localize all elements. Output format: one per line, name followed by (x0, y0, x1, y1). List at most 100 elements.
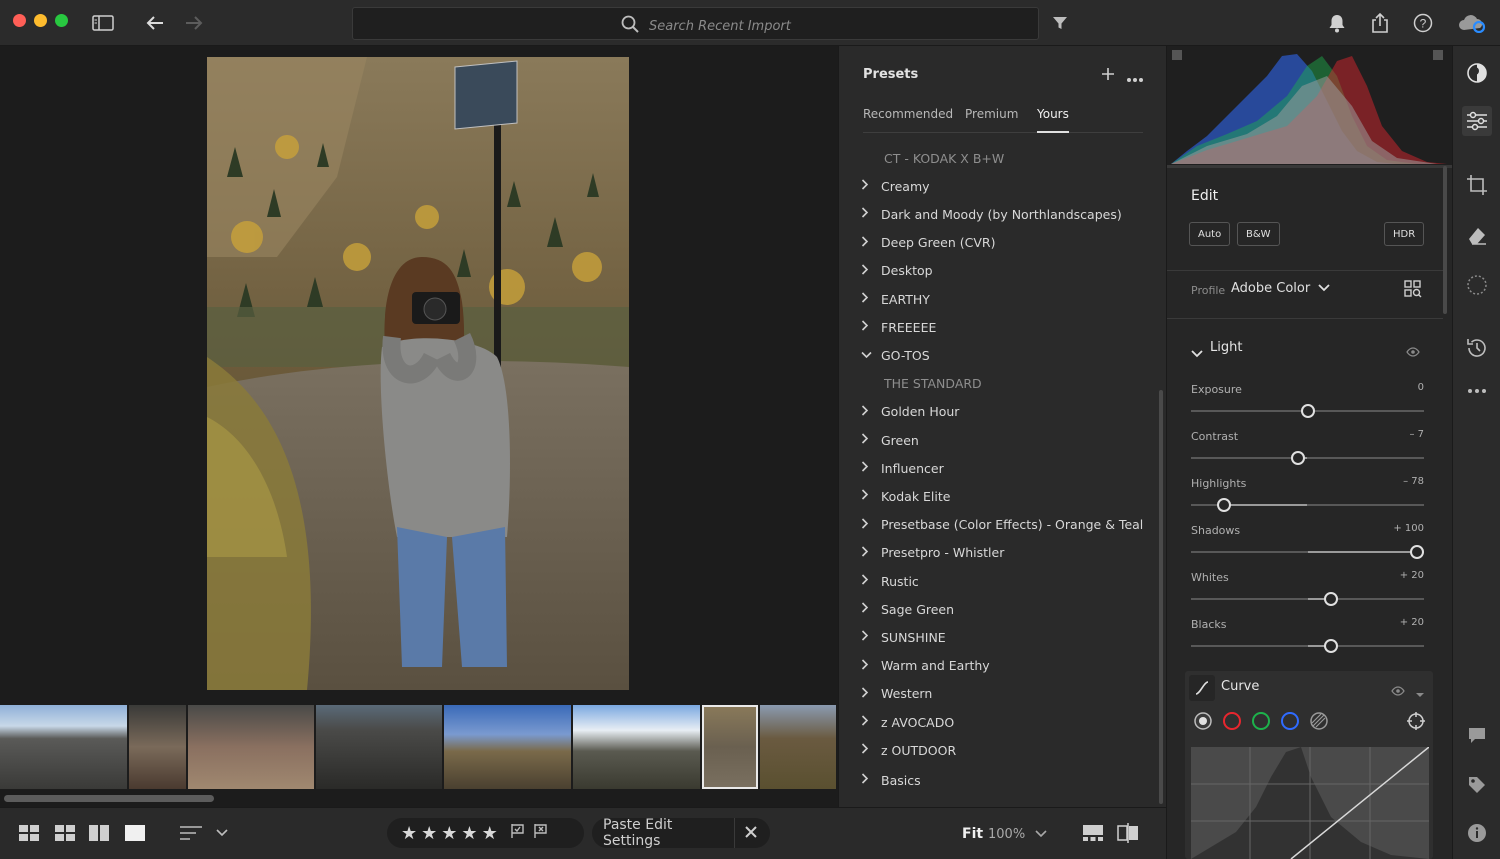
pick-flag-icon[interactable] (510, 823, 526, 843)
filmstrip-thumbnail[interactable] (573, 705, 700, 789)
target-adjust-icon[interactable] (1407, 712, 1425, 734)
slider-track[interactable] (1191, 592, 1424, 606)
preset-group-item[interactable]: SUNSHINE (861, 626, 946, 648)
filmstrip-thumbnail[interactable] (0, 705, 127, 789)
preset-group-item[interactable]: Presetbase (Color Effects) - Orange & Te… (861, 514, 1143, 536)
curve-eye-icon[interactable] (1391, 681, 1405, 700)
square-grid-view-icon[interactable] (55, 823, 75, 843)
slider-track[interactable] (1191, 639, 1424, 653)
cloud-sync-icon[interactable] (1455, 10, 1489, 36)
filmstrip-thumbnail[interactable] (188, 705, 314, 789)
filmstrip-thumbnail[interactable] (316, 705, 442, 789)
edit-panel-scrollbar[interactable] (1443, 166, 1447, 314)
filmstrip-thumbnail[interactable] (760, 705, 836, 789)
slider-track[interactable] (1191, 498, 1424, 512)
masking-icon[interactable] (1462, 270, 1492, 300)
help-icon[interactable]: ? (1410, 10, 1436, 36)
preset-group-item[interactable]: Dark and Moody (by Northlandscapes) (861, 203, 1122, 225)
slider-handle[interactable] (1300, 404, 1315, 418)
add-preset-icon[interactable] (1101, 66, 1115, 85)
slider-handle[interactable] (1216, 498, 1231, 512)
curve-channel-blue-icon[interactable] (1280, 711, 1300, 735)
filmstrip-thumbnail[interactable] (444, 705, 571, 789)
preset-group-item[interactable]: EARTHY (861, 288, 930, 310)
slider-handle[interactable] (1410, 545, 1424, 559)
preset-group-item[interactable]: Green (861, 429, 919, 451)
close-icon[interactable] (735, 824, 758, 843)
profile-browser-icon[interactable] (1404, 280, 1422, 302)
hdr-button[interactable]: HDR (1384, 222, 1425, 246)
slider-track[interactable] (1191, 404, 1424, 418)
preset-group-item[interactable]: Western (861, 683, 932, 705)
crop-icon[interactable] (1462, 170, 1492, 200)
slider-track[interactable] (1191, 545, 1424, 559)
sidebar-toggle-icon[interactable] (90, 10, 116, 36)
slider-value[interactable]: – 7 (1409, 429, 1424, 440)
share-icon[interactable] (1367, 10, 1393, 36)
healing-eraser-icon[interactable] (1462, 220, 1492, 250)
sort-chevron-down-icon[interactable] (216, 823, 228, 843)
more-options-icon[interactable] (1126, 68, 1144, 87)
preset-group-item[interactable]: Influencer (861, 457, 944, 479)
preset-group-item[interactable]: GO-TOS (861, 344, 930, 366)
slider-track[interactable] (1191, 451, 1424, 465)
forward-arrow-icon[interactable] (181, 10, 207, 36)
maximize-window-button[interactable] (55, 14, 68, 27)
bw-button[interactable]: B&W (1237, 222, 1280, 246)
preset-group-item[interactable]: Sage Green (861, 598, 954, 620)
search-bar[interactable]: Search Recent Import (352, 7, 1039, 40)
filmstrip-thumbnail-selected[interactable] (702, 705, 758, 789)
history-icon[interactable] (1462, 333, 1492, 363)
slider-value[interactable]: + 20 (1400, 617, 1424, 628)
back-arrow-icon[interactable] (142, 10, 168, 36)
auto-button[interactable]: Auto (1189, 222, 1231, 246)
more-tools-icon[interactable] (1462, 376, 1492, 406)
slider-value[interactable]: 0 (1418, 382, 1424, 393)
curve-graph[interactable] (1191, 746, 1430, 859)
minimize-window-button[interactable] (34, 14, 47, 27)
slider-handle[interactable] (1323, 592, 1338, 606)
profile-dropdown[interactable]: Adobe Color (1231, 281, 1330, 296)
rating-star-5[interactable]: ★ (482, 823, 498, 844)
rating-star-2[interactable]: ★ (421, 823, 437, 844)
presets-scrollbar[interactable] (1159, 390, 1163, 804)
highlight-clipping-icon[interactable] (1433, 50, 1443, 60)
slider-handle[interactable] (1291, 451, 1306, 465)
info-icon[interactable] (1462, 818, 1492, 848)
preset-group-item[interactable]: z OUTDOOR (861, 739, 956, 761)
filmstrip-toggle-icon[interactable] (1082, 823, 1104, 843)
comment-icon[interactable] (1462, 720, 1492, 750)
bell-icon[interactable] (1324, 10, 1350, 36)
reject-flag-icon[interactable] (533, 823, 549, 843)
filter-icon[interactable] (1047, 10, 1073, 36)
filmstrip-scrollbar[interactable] (4, 795, 214, 802)
preset-group-item[interactable]: Creamy (861, 175, 930, 197)
preset-group-item[interactable]: Golden Hour (861, 401, 959, 423)
preset-group-item[interactable]: Warm and Earthy (861, 655, 990, 677)
slider-value[interactable]: + 20 (1400, 570, 1424, 581)
tab-premium[interactable]: Premium (965, 107, 1018, 133)
close-window-button[interactable] (13, 14, 26, 27)
preset-group-item[interactable]: Kodak Elite (861, 485, 950, 507)
preset-item[interactable]: CT - KODAK X B+W (861, 147, 1004, 169)
paste-edit-settings-button[interactable]: Paste Edit Settings (592, 817, 734, 849)
filmstrip-thumbnail[interactable] (129, 705, 186, 789)
curve-tool-icon[interactable] (1189, 675, 1215, 701)
tag-icon[interactable] (1462, 770, 1492, 800)
detail-view-icon[interactable] (125, 823, 145, 843)
slider-value[interactable]: – 78 (1403, 476, 1424, 487)
light-collapse-chevron-icon[interactable] (1191, 343, 1203, 362)
curve-parametric-icon[interactable] (1309, 711, 1329, 735)
preset-group-item[interactable]: FREEEEE (861, 316, 936, 338)
curve-channel-red-icon[interactable] (1222, 711, 1242, 735)
curve-channel-rgb-icon[interactable] (1193, 711, 1213, 735)
rating-star-4[interactable]: ★ (461, 823, 477, 844)
before-after-icon[interactable] (1117, 823, 1139, 843)
eye-icon[interactable] (1406, 342, 1420, 361)
preset-group-item[interactable]: Deep Green (CVR) (861, 232, 995, 254)
compare-view-icon[interactable] (89, 823, 109, 843)
preset-group-item[interactable]: Rustic (861, 570, 919, 592)
search-input[interactable]: Search Recent Import (649, 19, 791, 34)
preset-group-item[interactable]: Basics (861, 769, 921, 791)
tab-yours[interactable]: Yours (1037, 107, 1069, 133)
